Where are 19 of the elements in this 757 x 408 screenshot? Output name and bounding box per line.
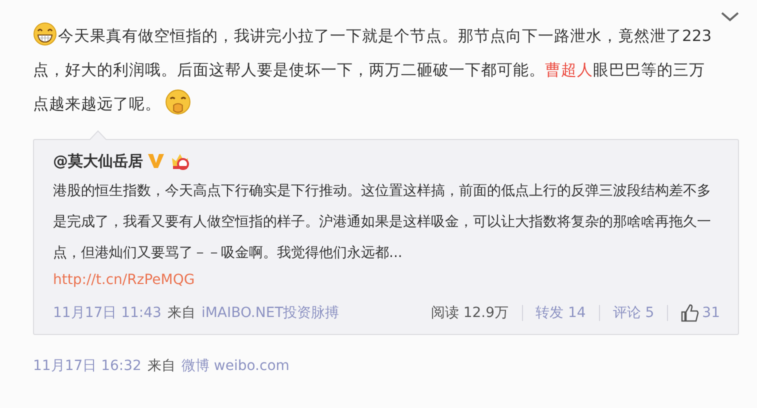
source-link[interactable]: iMAIBO.NET投资脉搏 xyxy=(201,304,340,322)
giggle-emoji-icon xyxy=(165,89,191,115)
chevron-down-icon[interactable] xyxy=(721,12,739,22)
source-link[interactable]: 微博 weibo.com xyxy=(181,357,290,375)
post-time-link[interactable]: 11月17日 11:43 xyxy=(53,304,162,322)
read-count: 阅读 12.9万 xyxy=(430,304,509,322)
repost-button[interactable]: 转发 14 xyxy=(536,304,586,322)
like-button[interactable]: 31 xyxy=(681,304,720,322)
from-label: 来自 xyxy=(147,357,176,375)
post-text: 今天果真有做空恒指的，我讲完小拉了一下就是个节点。那节点向下一路泄水，竟然泄了223点，好大的利润哦。后面这帮人要是使坏一下，两万二砸破一下都可能。曹超人眼巴巴等的三万点越来越远了呢。 xyxy=(33,19,713,121)
short-link[interactable]: http://t.cn/RzPeMQG xyxy=(53,272,195,288)
post-time-link[interactable]: 11月17日 16:32 xyxy=(33,357,142,375)
grin-emoji-icon xyxy=(33,22,57,46)
author-link[interactable]: @莫大仙岳居 xyxy=(53,152,143,170)
from-label: 来自 xyxy=(167,304,196,322)
crown-badge-icon xyxy=(170,152,190,170)
comment-button[interactable]: 评论 5 xyxy=(612,304,654,322)
mention-link[interactable]: 曹超人 xyxy=(545,61,593,79)
quoted-text: 港股的恒生指数，今天高点下行确实是下行推动。这位置这样搞，前面的低点上行的反弹三波段结构差不多是完成了，我看又要有人做空恒指的样子。沪港通如果是这样吸金，可以让大指数将复杂的那啥啥再拖久一点，但港灿们又要骂了－－吸金啊。我觉得他们永远都... xyxy=(53,182,712,263)
